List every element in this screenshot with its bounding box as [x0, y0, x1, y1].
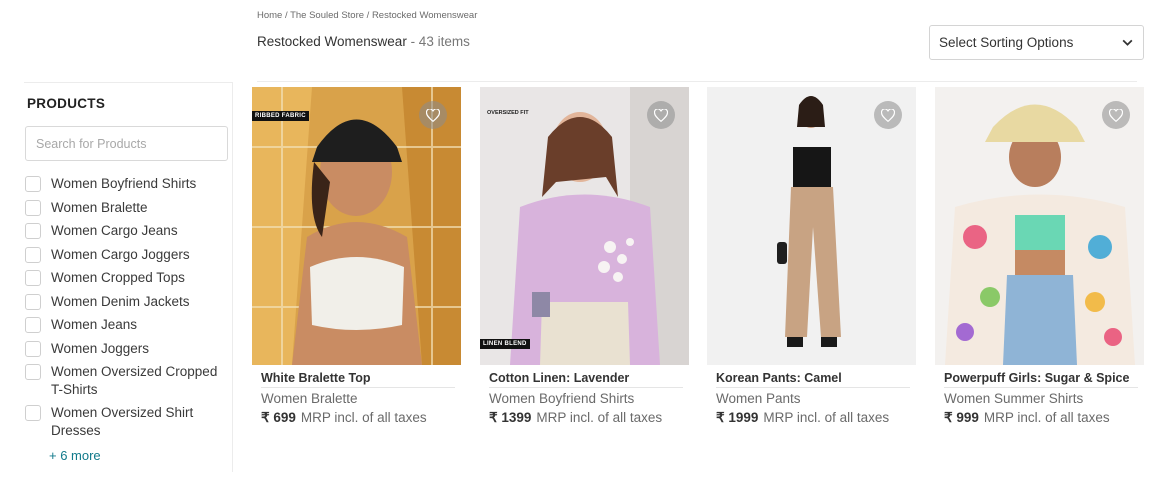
heart-icon [654, 108, 668, 122]
checkbox[interactable] [25, 223, 41, 239]
product-name[interactable]: White Bralette Top [261, 371, 455, 388]
page-title: Restocked Womenswear - 43 items [257, 34, 470, 49]
checkbox[interactable] [25, 176, 41, 192]
heart-icon [881, 108, 895, 122]
checkbox[interactable] [25, 317, 41, 333]
filter-label: Women Jeans [51, 317, 138, 332]
product-category: Women Pants [716, 391, 801, 406]
product-badge: RIBBED FABRIC [252, 111, 309, 121]
item-count: - 43 items [406, 34, 470, 49]
product-price: ₹ 699 [261, 410, 296, 425]
product-image[interactable]: RIBBED FABRIC [252, 87, 461, 365]
product-category: Women Summer Shirts [944, 391, 1084, 406]
filter-label: Women Cargo Jeans [51, 223, 178, 238]
product-search-input[interactable] [25, 126, 228, 161]
checkbox[interactable] [25, 270, 41, 286]
product-card[interactable]: Korean Pants: Camel Women Pants ₹ 1999 MR… [707, 87, 916, 426]
show-more-filters-link[interactable]: + 6 more [49, 448, 101, 463]
wishlist-button[interactable] [647, 101, 675, 129]
heart-icon [1109, 108, 1123, 122]
divider [257, 81, 1137, 82]
checkbox[interactable] [25, 199, 41, 216]
product-image[interactable] [707, 87, 916, 365]
product-price: ₹ 999 [944, 410, 979, 425]
price-row: ₹ 999 MRP incl. of all taxes [944, 410, 1140, 426]
checkbox[interactable] [25, 293, 41, 310]
filter-option[interactable]: Women Jeans [25, 316, 230, 334]
mrp-note: MRP incl. of all taxes [536, 410, 663, 425]
heart-icon [426, 108, 440, 122]
filter-list: Women Boyfriend Shirts Women Bralette Wo… [25, 175, 230, 445]
price-row: ₹ 1999 MRP incl. of all taxes [716, 410, 912, 426]
filter-label: Women Boyfriend Shirts [51, 176, 197, 191]
price-row: ₹ 1399 MRP incl. of all taxes [489, 410, 685, 426]
checkbox[interactable] [25, 340, 41, 357]
filter-option[interactable]: Women Cargo Jeans [25, 222, 230, 240]
filter-option[interactable]: Women Denim Jackets [25, 293, 230, 311]
checkbox[interactable] [25, 364, 41, 380]
breadcrumb[interactable]: Home / The Souled Store / Restocked Wome… [257, 10, 477, 21]
filter-label: Women Joggers [51, 340, 150, 356]
wishlist-button[interactable] [874, 101, 902, 129]
price-row: ₹ 699 MRP incl. of all taxes [261, 410, 457, 426]
product-category: Women Boyfriend Shirts [489, 391, 635, 406]
product-price: ₹ 1999 [716, 410, 759, 425]
product-card[interactable]: Powerpuff Girls: Sugar & Spice Women Sum… [935, 87, 1144, 426]
checkbox[interactable] [25, 246, 41, 263]
filter-option[interactable]: Women Bralette [25, 199, 230, 217]
product-name[interactable]: Korean Pants: Camel [716, 371, 910, 388]
filter-label: Women Denim Jackets [51, 293, 190, 309]
filter-label: Women Oversized Cropped T-Shirts [51, 364, 218, 397]
filter-sidebar: PRODUCTS Women Boyfriend Shirts Women Br… [24, 82, 233, 472]
mrp-note: MRP incl. of all taxes [983, 410, 1110, 425]
mrp-note: MRP incl. of all taxes [763, 410, 890, 425]
filter-label: Women Oversized Shirt Dresses [51, 405, 194, 438]
filter-option[interactable]: Women Cargo Joggers [25, 246, 230, 264]
wishlist-button[interactable] [1102, 101, 1130, 129]
product-name[interactable]: Powerpuff Girls: Sugar & Spice [944, 371, 1138, 388]
filter-option[interactable]: Women Joggers [25, 340, 230, 358]
chevron-down-icon [1122, 39, 1133, 46]
product-card[interactable]: OVERSIZED FIT LINEN BLEND Cotton Linen: … [480, 87, 689, 426]
product-name[interactable]: Cotton Linen: Lavender [489, 371, 683, 388]
product-badge-top: OVERSIZED FIT [487, 110, 529, 116]
filter-option[interactable]: Women Oversized Shirt Dresses [25, 404, 230, 439]
sort-label: Select Sorting Options [939, 35, 1074, 50]
product-category: Women Bralette [261, 391, 358, 406]
mrp-note: MRP incl. of all taxes [300, 410, 427, 425]
filter-label: Women Cropped Tops [51, 270, 185, 285]
wishlist-button[interactable] [419, 101, 447, 129]
product-price: ₹ 1399 [489, 410, 532, 425]
product-card[interactable]: RIBBED FABRIC White Bralette Top Women B… [252, 87, 461, 426]
product-badge-bottom: LINEN BLEND [480, 339, 530, 349]
filter-label: Women Bralette [51, 199, 148, 215]
filter-option[interactable]: Women Oversized Cropped T-Shirts [25, 363, 230, 398]
page-title-text: Restocked Womenswear [257, 34, 407, 49]
checkbox[interactable] [25, 405, 41, 421]
product-image[interactable] [935, 87, 1144, 365]
product-image[interactable]: OVERSIZED FIT LINEN BLEND [480, 87, 689, 365]
filter-label: Women Cargo Joggers [51, 246, 190, 262]
sort-dropdown[interactable]: Select Sorting Options [929, 25, 1144, 60]
filter-option[interactable]: Women Cropped Tops [25, 269, 230, 287]
sidebar-title: PRODUCTS [27, 96, 106, 111]
filter-option[interactable]: Women Boyfriend Shirts [25, 175, 230, 193]
